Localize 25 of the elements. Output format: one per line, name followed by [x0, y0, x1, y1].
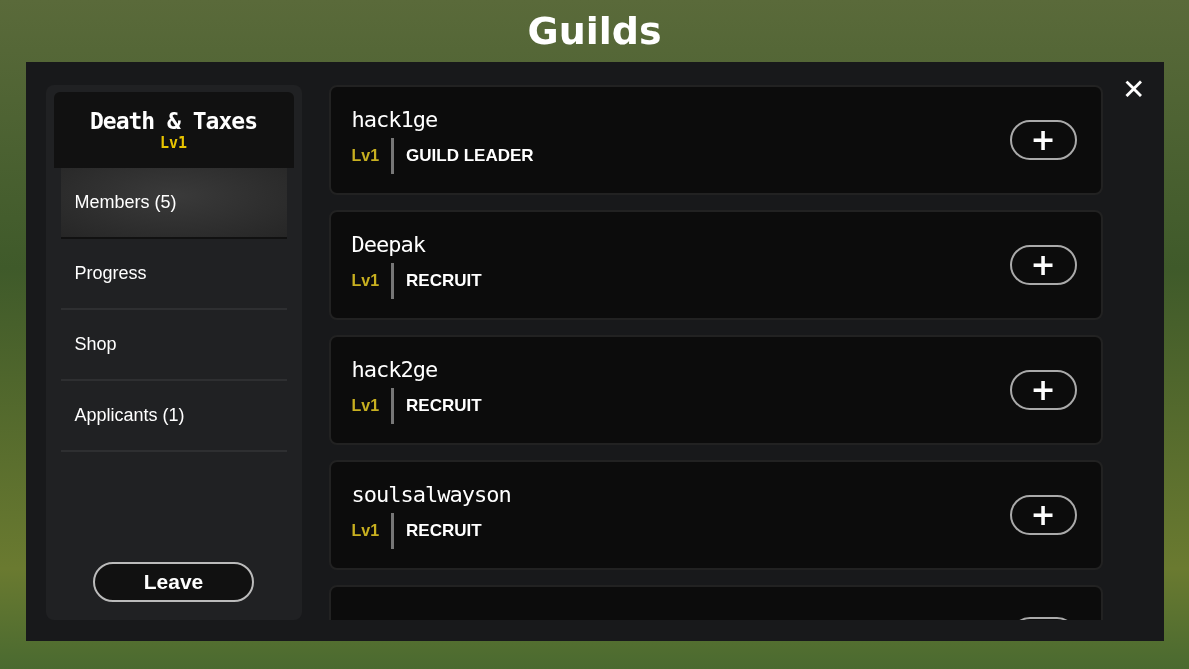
- add-button[interactable]: +: [1009, 495, 1077, 535]
- close-button[interactable]: ✕: [1122, 76, 1146, 104]
- guild-level: Lv1: [159, 134, 188, 152]
- member-rank: RECRUIT: [406, 395, 482, 416]
- add-button[interactable]: +: [1009, 370, 1077, 410]
- leave-button[interactable]: Leave: [93, 562, 254, 602]
- member-rank: RECRUIT: [406, 270, 482, 291]
- member-level: Lv1: [351, 521, 380, 540]
- add-button[interactable]: +: [1009, 245, 1077, 285]
- member-level: Lv1: [351, 146, 380, 165]
- member-level: Lv1: [351, 271, 380, 290]
- member-name: hack1ge: [351, 106, 439, 132]
- member-name: hack2ge: [351, 356, 439, 382]
- member-name: soulsalwayson: [351, 481, 512, 507]
- add-button[interactable]: +: [1009, 120, 1077, 160]
- sidebar-tab[interactable]: Progress: [60, 239, 287, 310]
- member-name: Deepak: [351, 231, 427, 257]
- member-rank: RECRUIT: [406, 520, 482, 541]
- sidebar-tab[interactable]: Applicants (1): [60, 381, 287, 452]
- sidebar-tab[interactable]: Shop: [60, 310, 287, 381]
- sidebar-tab[interactable]: Members (5): [60, 168, 287, 239]
- member-level: Lv1: [351, 396, 380, 415]
- page-title: Guilds: [527, 8, 662, 55]
- member-rank: GUILD LEADER: [406, 145, 534, 166]
- guild-name: Death & Taxes: [90, 108, 257, 134]
